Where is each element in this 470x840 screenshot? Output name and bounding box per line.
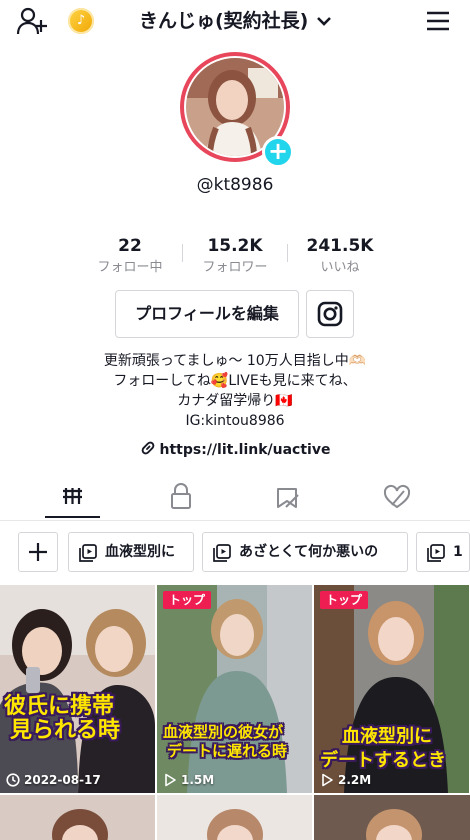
playlist-chip[interactable]: 1	[416, 532, 470, 572]
lock-icon	[171, 483, 191, 509]
top-badge: トップ	[163, 591, 212, 609]
video-tile[interactable]	[314, 795, 470, 840]
stat-label: フォロー中	[97, 260, 163, 275]
video-caption-line: デートに遅れる時	[167, 742, 288, 760]
liked-icon	[383, 484, 411, 509]
favorites-icon	[277, 488, 299, 508]
stat-label: フォロワー	[202, 260, 268, 275]
username-label: きんじゅ(契約社長)	[139, 10, 309, 32]
play-icon	[322, 773, 333, 787]
plus-icon	[29, 543, 47, 561]
video-caption-line: 見られる時	[10, 718, 121, 743]
bio-line: カナダ留学帰り🇨🇦	[177, 393, 293, 409]
stat-following[interactable]: 22 フォロー中	[75, 234, 185, 278]
stat-value: 241.5K	[306, 236, 374, 256]
video-tile[interactable]	[157, 795, 312, 840]
video-date: 2022-08-17	[24, 773, 101, 787]
add-avatar-button[interactable]: +	[262, 136, 294, 168]
video-thumbnail	[157, 795, 312, 840]
video-caption-line: 血液型別の彼女が	[163, 723, 284, 741]
bio-line: フォローしてね🥰LIVEも見に来てね、	[113, 373, 357, 389]
video-thumbnail	[314, 795, 470, 840]
tab-private[interactable]	[122, 474, 239, 520]
stat-followers[interactable]: 15.2K フォロワー	[180, 234, 290, 278]
tab-liked[interactable]	[338, 474, 455, 520]
playlist-icon	[213, 544, 231, 562]
active-tab-indicator	[45, 516, 100, 518]
link-text: https://lit.link/uactive	[159, 442, 331, 458]
handle: @kt8986	[196, 175, 274, 195]
stat-value: 22	[118, 236, 142, 256]
video-tile[interactable]: 彼氏に携帯 見られる時 2022-08-17	[0, 585, 155, 793]
top-bar: ♪ きんじゅ(契約社長)	[0, 0, 470, 42]
playlist-chip[interactable]: あざとくて何か悪いの	[202, 532, 408, 572]
video-caption-line: デートするとき	[320, 750, 446, 771]
top-badge: トップ	[320, 591, 369, 609]
instagram-icon	[317, 301, 343, 327]
add-playlist-button[interactable]	[18, 532, 58, 572]
menu-icon[interactable]	[424, 9, 452, 33]
add-user-icon[interactable]	[16, 6, 48, 36]
playlist-label: あざとくて何か悪いの	[239, 544, 379, 560]
playlist-icon	[427, 544, 445, 562]
video-meta: 2.2M	[320, 773, 371, 787]
video-caption-line: 血液型別に	[342, 726, 432, 747]
videos-tab-icon	[63, 488, 82, 504]
video-thumbnail	[157, 585, 312, 793]
playlist-icon	[79, 544, 97, 562]
tab-favorites[interactable]	[230, 474, 347, 520]
chevron-down-icon	[317, 17, 331, 26]
view-count: 2.2M	[338, 773, 372, 787]
tab-videos[interactable]	[14, 474, 131, 520]
playlist-label: 血液型別に	[105, 544, 175, 560]
instagram-button[interactable]	[306, 290, 354, 338]
plus-icon: +	[267, 137, 289, 165]
stat-value: 15.2K	[207, 236, 263, 256]
coin-icon[interactable]: ♪	[68, 8, 94, 34]
video-tile[interactable]: トップ 血液型別に デートするとき 2.2M	[314, 585, 469, 793]
edit-profile-button[interactable]: プロフィールを編集	[115, 290, 299, 338]
video-tile[interactable]: トップ 血液型別の彼女が デートに遅れる時 1.5M	[157, 585, 312, 793]
username-dropdown[interactable]: きんじゅ(契約社長)	[130, 6, 340, 36]
video-meta: 2022-08-17	[6, 773, 101, 787]
bio-line: 更新頑張ってましゅ〜 10万人目指し中🫶🏻	[103, 353, 367, 369]
video-thumbnail	[0, 795, 155, 840]
video-tile[interactable]	[0, 795, 155, 840]
profile-link[interactable]: https://lit.link/uactive	[0, 439, 470, 461]
playlist-label: 1	[453, 544, 463, 560]
play-icon	[165, 773, 176, 787]
stat-label: いいね	[320, 260, 360, 275]
video-thumbnail	[0, 585, 155, 793]
video-caption-line: 彼氏に携帯	[4, 694, 115, 719]
link-icon	[141, 441, 154, 455]
bio-line: IG:kintou8986	[185, 413, 285, 429]
video-meta: 1.5M	[163, 773, 214, 787]
content-tabs	[0, 474, 470, 521]
clock-icon	[6, 773, 20, 787]
playlist-chip[interactable]: 血液型別に	[68, 532, 194, 572]
view-count: 1.5M	[181, 773, 215, 787]
stat-likes[interactable]: 241.5K いいね	[285, 234, 395, 278]
